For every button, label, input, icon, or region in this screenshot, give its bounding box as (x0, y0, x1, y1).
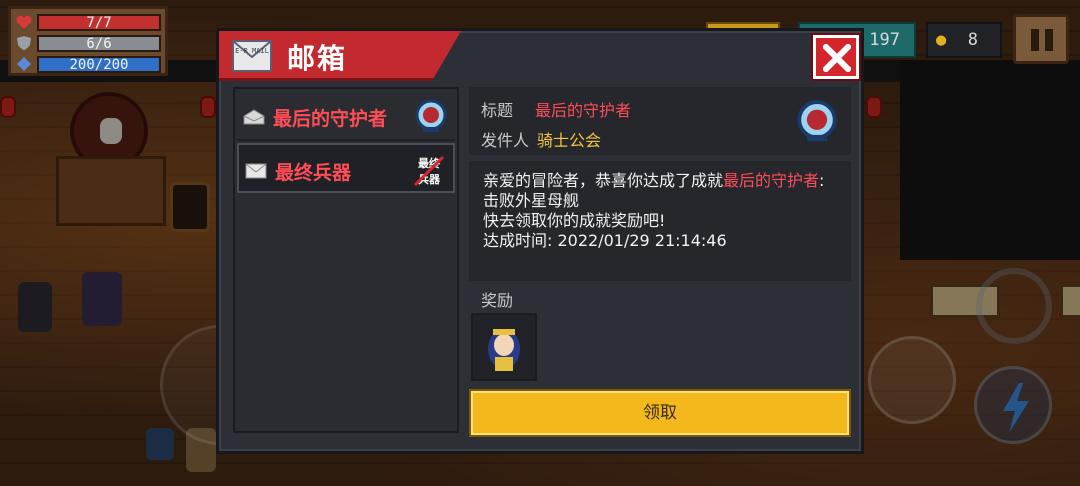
sender-value: 骑士公会 (537, 131, 602, 150)
coin-icon: ● (936, 30, 947, 50)
hp-value: 7/7 (86, 14, 112, 31)
heart-icon (16, 15, 32, 29)
energy-bar: 200/200 (37, 55, 161, 73)
subject-row: 标题 最后的守护者 (481, 97, 631, 121)
envelope-icon (245, 163, 267, 179)
armor-row: 6/6 (15, 33, 161, 53)
body-line-3: 达成时间: 2022/01/29 21:14:46 (483, 231, 727, 250)
armor-value: 6/6 (86, 35, 112, 52)
shield-icon (17, 36, 31, 50)
coin-counter: ● 8 (926, 22, 1002, 58)
guardian-trophy-icon (415, 99, 447, 132)
sender-key: 发件人 (481, 131, 530, 150)
character-skin-reward-icon (488, 329, 520, 371)
mail-body: 亲爱的冒险者，恭喜你达成了成就最后的守护者:击败外星母舰 快去领取你的成就奖励吧… (469, 161, 851, 281)
pause-button[interactable] (1013, 14, 1069, 64)
opened-envelope-icon (243, 109, 265, 125)
mail-envelope-icon: E-R MAIL (232, 40, 272, 72)
mail-item-label: 最终兵器 (275, 162, 352, 184)
mail-item-label: 最后的守护者 (273, 108, 388, 130)
close-icon (823, 44, 851, 72)
claim-button[interactable]: 领取 (469, 389, 851, 437)
close-button[interactable] (811, 33, 861, 81)
guardian-trophy-icon (797, 100, 837, 142)
player-stats-panel: 7/7 6/6 200/200 (8, 6, 168, 76)
subject-value: 最后的守护者 (535, 101, 632, 120)
ultimate-weapon-badge-icon: 最终 兵器 (413, 155, 445, 187)
gem-count: 197 (869, 30, 900, 50)
hp-row: 7/7 (15, 12, 161, 32)
body-line-2: 快去领取你的成就奖励吧! (483, 211, 666, 230)
pause-icon-bar (1031, 29, 1039, 51)
energy-value: 200/200 (69, 56, 129, 73)
mail-detail-header: 标题 最后的守护者 发件人 骑士公会 (469, 87, 851, 155)
armor-bar: 6/6 (37, 34, 161, 52)
energy-diamond-icon (17, 57, 31, 71)
mail-list-item[interactable]: 最后的守护者 (237, 91, 455, 141)
hp-bar: 7/7 (37, 13, 161, 31)
subject-key: 标题 (481, 101, 514, 120)
coin-count: 8 (967, 30, 978, 50)
mail-list-item-selected[interactable]: 最终兵器 最终 兵器 (237, 143, 455, 193)
energy-row: 200/200 (15, 54, 161, 74)
mailbox-title: 邮箱 (287, 42, 348, 75)
mail-list: 最后的守护者 最终兵器 最终 兵器 (233, 87, 459, 433)
body-text: 亲爱的冒险者，恭喜你达成了成就 (483, 171, 724, 190)
pause-icon-bar (1045, 29, 1053, 51)
mailbox-dialog: E-R MAIL 邮箱 最后的守护者 最终兵器 最终 兵器 标题 最后的守护者 … (216, 28, 864, 454)
body-line-1: 亲爱的冒险者，恭喜你达成了成就最后的守护者:击败外星母舰 (483, 171, 837, 211)
reward-label: 奖励 (481, 291, 514, 310)
body-achievement-name: 最后的守护者 (723, 171, 820, 190)
sender-row: 发件人 骑士公会 (481, 127, 601, 151)
reward-item-slot[interactable] (471, 313, 537, 381)
mail-icon-text: E-R MAIL (235, 47, 269, 55)
